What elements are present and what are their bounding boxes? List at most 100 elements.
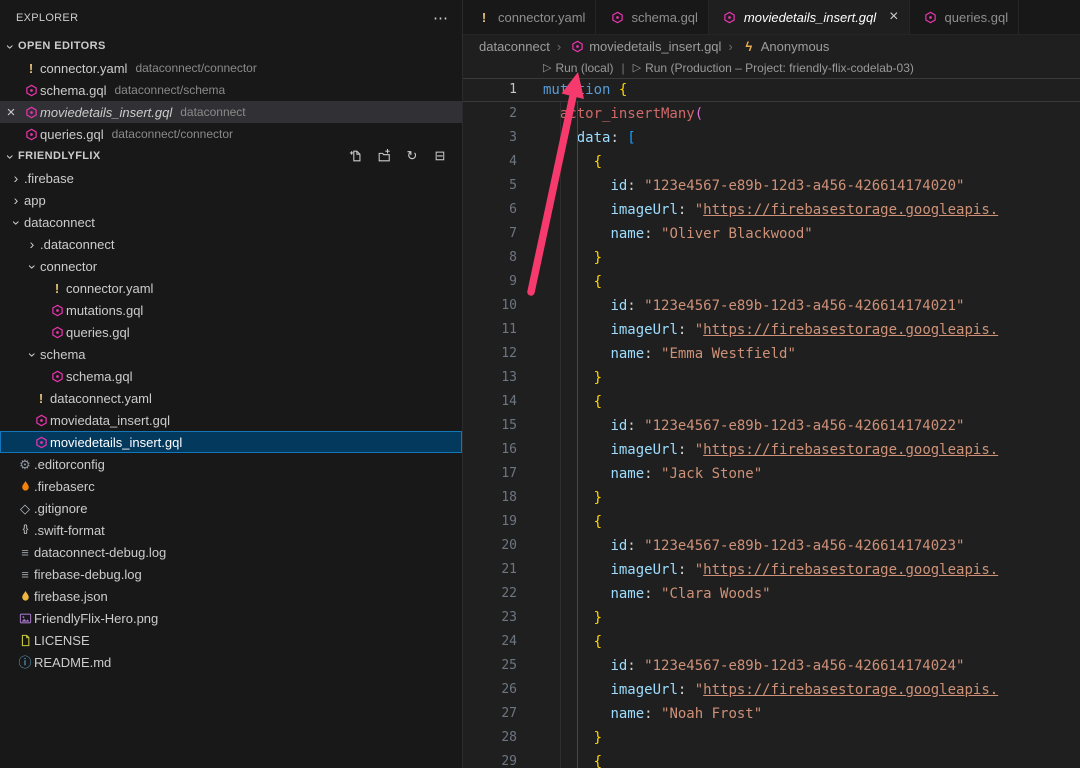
graphql-icon [22,128,40,141]
code-line-27[interactable]: 27 name: "Noah Frost" [463,702,1080,726]
close-icon[interactable]: × [7,104,16,121]
refresh-icon[interactable]: ↻ [404,148,420,164]
code-line-8[interactable]: 8 } [463,246,1080,270]
tab-queries-gql[interactable]: queries.gql [910,0,1020,34]
code-line-29[interactable]: 29 { [463,750,1080,768]
code-line-10[interactable]: 10 id: "123e4567-e89b-12d3-a456-42661417… [463,294,1080,318]
file-mutations-gql[interactable]: mutations.gql [0,299,462,321]
file-name: schema.gql [66,369,132,384]
code-line-3[interactable]: 3 data: [ [463,126,1080,150]
code-editor[interactable]: ▷Run (local) | ▷Run (Production – Projec… [463,57,1080,768]
file-connector-yaml[interactable]: !connector.yaml [0,277,462,299]
file-queries-gql[interactable]: queries.gql [0,321,462,343]
open-editors-label: OPEN EDITORS [18,40,106,52]
new-folder-icon[interactable] [376,148,392,164]
tab-schema-gql[interactable]: schema.gql [596,0,708,34]
code-line-5[interactable]: 5 id: "123e4567-e89b-12d3-a456-426614174… [463,174,1080,198]
code-line-2[interactable]: 2 actor_insertMany( [463,102,1080,126]
code-line-9[interactable]: 9 { [463,270,1080,294]
open-editors-section-header[interactable]: › OPEN EDITORS [0,35,462,57]
file-name: moviedetails_insert.gql [40,105,172,120]
breadcrumb-separator-icon: › [557,39,561,54]
file-moviedetails-insert-gql[interactable]: moviedetails_insert.gql [0,431,462,453]
code-line-24[interactable]: 24 { [463,630,1080,654]
folder-dataconnect[interactable]: ›dataconnect [0,211,462,233]
code-line-28[interactable]: 28 } [463,726,1080,750]
run-local-link[interactable]: ▷Run (local) [543,61,614,75]
code-line-13[interactable]: 13 } [463,366,1080,390]
file-name: LICENSE [34,633,90,648]
folder-app[interactable]: ›app [0,189,462,211]
code-line-6[interactable]: 6 imageUrl: "https://firebasestorage.goo… [463,198,1080,222]
file-gitignore[interactable]: ◇.gitignore [0,497,462,519]
file-firebase-json[interactable]: firebase.json [0,585,462,607]
tab-bar: !connector.yamlschema.gqlmoviedetails_in… [463,0,1080,35]
file-dataconnect-yaml[interactable]: !dataconnect.yaml [0,387,462,409]
more-actions-icon[interactable]: ⋯ [433,9,448,27]
file-name: .dataconnect [40,237,114,252]
open-editor-schema-gql[interactable]: schema.gqldataconnect/schema [0,79,462,101]
open-editor-connector-yaml[interactable]: !connector.yamldataconnect/connector [0,57,462,79]
code-line-19[interactable]: 19 { [463,510,1080,534]
open-editor-queries-gql[interactable]: queries.gqldataconnect/connector [0,123,462,145]
file-license[interactable]: LICENSE [0,629,462,651]
file-firebaserc[interactable]: .firebaserc [0,475,462,497]
folder-schema[interactable]: ›schema [0,343,462,365]
folder-firebase[interactable]: ›.firebase [0,167,462,189]
code-line-15[interactable]: 15 id: "123e4567-e89b-12d3-a456-42661417… [463,414,1080,438]
file-swift-format[interactable]: {}.swift-format [0,519,462,541]
code-line-17[interactable]: 17 name: "Jack Stone" [463,462,1080,486]
file-moviedata-insert-gql[interactable]: moviedata_insert.gql [0,409,462,431]
file-readme-md[interactable]: ⓘREADME.md [0,651,462,673]
breadcrumb-label: moviedetails_insert.gql [589,39,721,54]
code-line-21[interactable]: 21 imageUrl: "https://firebasestorage.go… [463,558,1080,582]
collapse-all-icon[interactable]: ⊟ [432,148,448,164]
tab-connector-yaml[interactable]: !connector.yaml [463,0,596,34]
tab-label: queries.gql [945,10,1009,25]
codelens: ▷Run (local) | ▷Run (Production – Projec… [463,57,1080,78]
file-friendlyflix-hero-png[interactable]: FriendlyFlix-Hero.png [0,607,462,629]
explorer-sidebar: EXPLORER ⋯ › OPEN EDITORS !connector.yam… [0,0,463,768]
code-line-1[interactable]: 1mutation { [463,78,1080,102]
code-line-20[interactable]: 20 id: "123e4567-e89b-12d3-a456-42661417… [463,534,1080,558]
project-section-header[interactable]: › FRIENDLYFLIX ↻ ⊟ [0,145,462,167]
code-line-23[interactable]: 23 } [463,606,1080,630]
line-number: 23 [463,606,517,630]
close-icon[interactable]: × [889,8,898,26]
code-line-25[interactable]: 25 id: "123e4567-e89b-12d3-a456-42661417… [463,654,1080,678]
file-schema-gql[interactable]: schema.gql [0,365,462,387]
line-number: 27 [463,702,517,726]
breadcrumb-item-moviedetails-insert-gql[interactable]: moviedetails_insert.gql [568,39,721,54]
breadcrumb-label: dataconnect [479,39,550,54]
tab-moviedetails-insert-gql[interactable]: moviedetails_insert.gql× [709,0,910,34]
code-line-12[interactable]: 12 name: "Emma Westfield" [463,342,1080,366]
folder-dataconnect[interactable]: ›.dataconnect [0,233,462,255]
new-file-icon[interactable] [348,148,364,164]
file-firebase-debug-log[interactable]: ≡firebase-debug.log [0,563,462,585]
code-line-7[interactable]: 7 name: "Oliver Blackwood" [463,222,1080,246]
line-number: 13 [463,366,517,390]
open-editor-moviedetails-insert-gql[interactable]: ×moviedetails_insert.gqldataconnect [0,101,462,123]
code-line-22[interactable]: 22 name: "Clara Woods" [463,582,1080,606]
code-line-4[interactable]: 4 { [463,150,1080,174]
folder-connector[interactable]: ›connector [0,255,462,277]
code-line-14[interactable]: 14 { [463,390,1080,414]
run-production-link[interactable]: ▷Run (Production – Project: friendly-fli… [633,61,914,75]
file-name: moviedetails_insert.gql [50,435,182,450]
file-dataconnect-debug-log[interactable]: ≡dataconnect-debug.log [0,541,462,563]
breadcrumb-item-dataconnect[interactable]: dataconnect [479,39,550,54]
warning-icon: ! [22,62,40,75]
breadcrumb-item-anonymous[interactable]: ϟAnonymous [740,39,830,54]
code-line-18[interactable]: 18 } [463,486,1080,510]
code-line-11[interactable]: 11 imageUrl: "https://firebasestorage.go… [463,318,1080,342]
line-number: 28 [463,726,517,750]
project-label: FRIENDLYFLIX [18,150,101,162]
code-line-16[interactable]: 16 imageUrl: "https://firebasestorage.go… [463,438,1080,462]
file-path: dataconnect/schema [114,83,225,97]
file-editorconfig[interactable]: ⚙.editorconfig [0,453,462,475]
code-line-26[interactable]: 26 imageUrl: "https://firebasestorage.go… [463,678,1080,702]
file-name: .gitignore [34,501,87,516]
file-name: dataconnect-debug.log [34,545,166,560]
breadcrumb-separator-icon: › [728,39,732,54]
run-production-label: Run (Production – Project: friendly-flix… [645,61,914,75]
